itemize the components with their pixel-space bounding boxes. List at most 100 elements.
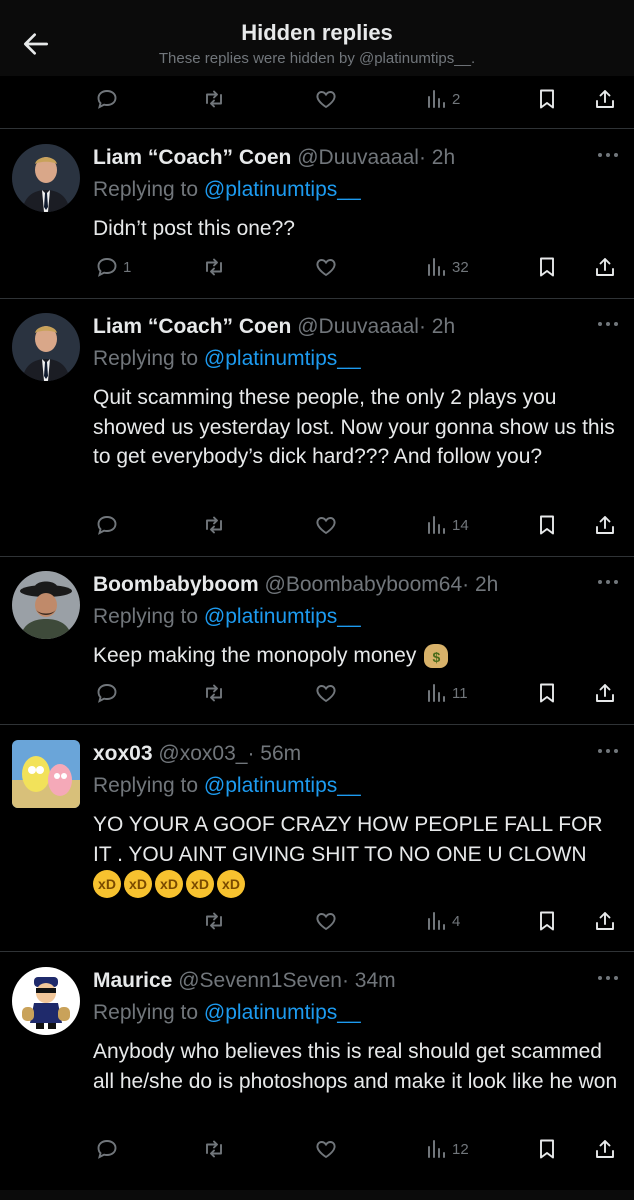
retweet-button[interactable] (202, 906, 226, 936)
timestamp[interactable]: · 2h (462, 573, 498, 596)
user-handle[interactable]: @Boombabyboom64 (265, 573, 463, 596)
like-button[interactable] (314, 906, 338, 936)
replying-label: Replying to (93, 774, 199, 797)
tweet-header: Boombabyboom @Boombabyboom64· 2h (93, 571, 584, 599)
bookmark-icon (535, 87, 559, 111)
bookmark-icon (535, 1137, 559, 1161)
replying-to: Replying to @platinumtips__ (93, 176, 361, 204)
reply-button[interactable]: 1 (95, 252, 131, 282)
divider (0, 724, 634, 725)
action-bar: 1 32 (0, 252, 634, 282)
tweet-text-container: Keep making the monopoly money $ (93, 641, 618, 671)
top-header: Hidden replies These replies were hidden… (0, 0, 634, 76)
like-button[interactable] (314, 252, 338, 282)
action-bar: 14 (0, 510, 634, 540)
retweet-icon (202, 909, 226, 933)
like-button[interactable] (314, 84, 338, 114)
user-handle[interactable]: @Sevenn1Seven (178, 969, 342, 992)
views-button[interactable]: 11 (424, 678, 468, 708)
bookmark-button[interactable] (535, 906, 559, 936)
display-name[interactable]: Liam “Coach” Coen (93, 146, 291, 169)
like-button[interactable] (314, 1134, 338, 1164)
replying-label: Replying to (93, 178, 199, 201)
share-icon (593, 681, 617, 705)
timestamp[interactable]: · 2h (419, 315, 455, 338)
user-handle[interactable]: @Duuvaaaal (297, 315, 419, 338)
reply-button[interactable] (95, 1134, 119, 1164)
avatar[interactable] (12, 144, 80, 212)
avatar[interactable] (12, 967, 80, 1035)
retweet-button[interactable] (202, 1134, 226, 1164)
more-options-icon[interactable] (596, 744, 620, 758)
retweet-button[interactable] (202, 84, 226, 114)
views-icon (424, 255, 448, 279)
share-icon (593, 255, 617, 279)
replying-to: Replying to @platinumtips__ (93, 345, 361, 373)
man-in-suit-avatar-icon (12, 313, 80, 381)
page-title: Hidden replies (241, 20, 393, 45)
replying-to-handle[interactable]: @platinumtips__ (204, 774, 361, 797)
user-handle[interactable]: @xox03_ (158, 742, 247, 765)
bookmark-button[interactable] (535, 252, 559, 282)
display-name[interactable]: Liam “Coach” Coen (93, 315, 291, 338)
robber-emoji-avatar-icon (12, 967, 80, 1035)
display-name[interactable]: xox03 (93, 742, 153, 765)
tweet-text: Quit scamming these people, the only 2 p… (93, 386, 615, 468)
share-button[interactable] (593, 84, 617, 114)
timestamp[interactable]: · 2h (419, 146, 455, 169)
retweet-button[interactable] (202, 510, 226, 540)
reply-icon (95, 681, 119, 705)
replying-to-handle[interactable]: @platinumtips__ (204, 178, 361, 201)
replying-to-handle[interactable]: @platinumtips__ (204, 347, 361, 370)
views-button[interactable]: 14 (424, 510, 469, 540)
share-icon (593, 87, 617, 111)
timestamp[interactable]: · 34m (342, 969, 396, 992)
share-icon (593, 513, 617, 537)
views-button[interactable]: 32 (424, 252, 469, 282)
tweet-text: Keep making the monopoly money (93, 644, 417, 667)
display-name[interactable]: Boombabyboom (93, 573, 259, 596)
avatar[interactable] (12, 571, 80, 639)
user-handle[interactable]: @Duuvaaaal (297, 146, 419, 169)
more-options-icon[interactable] (596, 317, 620, 331)
like-button[interactable] (314, 510, 338, 540)
share-button[interactable] (593, 1134, 617, 1164)
like-button[interactable] (314, 678, 338, 708)
avatar[interactable] (12, 313, 80, 381)
reply-button[interactable] (95, 510, 119, 540)
share-button[interactable] (593, 678, 617, 708)
heart-icon (314, 513, 338, 537)
views-icon (424, 513, 448, 537)
more-options-icon[interactable] (596, 148, 620, 162)
replying-to: Replying to @platinumtips__ (93, 999, 361, 1027)
tweet-text: Anybody who believes this is real should… (93, 1040, 618, 1093)
views-button[interactable]: 2 (424, 84, 460, 114)
bookmark-button[interactable] (535, 678, 559, 708)
replying-to-handle[interactable]: @platinumtips__ (204, 1001, 361, 1024)
cowboy-hat-avatar-icon (12, 571, 80, 639)
views-icon (424, 909, 448, 933)
views-button[interactable]: 12 (424, 1134, 469, 1164)
timestamp[interactable]: · 56m (247, 742, 301, 765)
reply-icon (95, 513, 119, 537)
bookmark-button[interactable] (535, 510, 559, 540)
retweet-button[interactable] (202, 252, 226, 282)
bookmark-button[interactable] (535, 1134, 559, 1164)
replying-to-handle[interactable]: @platinumtips__ (204, 605, 361, 628)
retweet-button[interactable] (202, 678, 226, 708)
share-button[interactable] (593, 252, 617, 282)
bookmark-button[interactable] (535, 84, 559, 114)
retweet-icon (202, 513, 226, 537)
reply-button[interactable] (95, 84, 119, 114)
display-name[interactable]: Maurice (93, 969, 172, 992)
more-options-icon[interactable] (596, 971, 620, 985)
more-options-icon[interactable] (596, 575, 620, 589)
reply-button[interactable] (95, 678, 119, 708)
share-button[interactable] (593, 906, 617, 936)
divider (0, 951, 634, 952)
avatar[interactable] (12, 740, 80, 808)
views-button[interactable]: 4 (424, 906, 460, 936)
share-icon (593, 1137, 617, 1161)
tweet-header: xox03 @xox03_· 56m (93, 740, 584, 768)
share-button[interactable] (593, 510, 617, 540)
